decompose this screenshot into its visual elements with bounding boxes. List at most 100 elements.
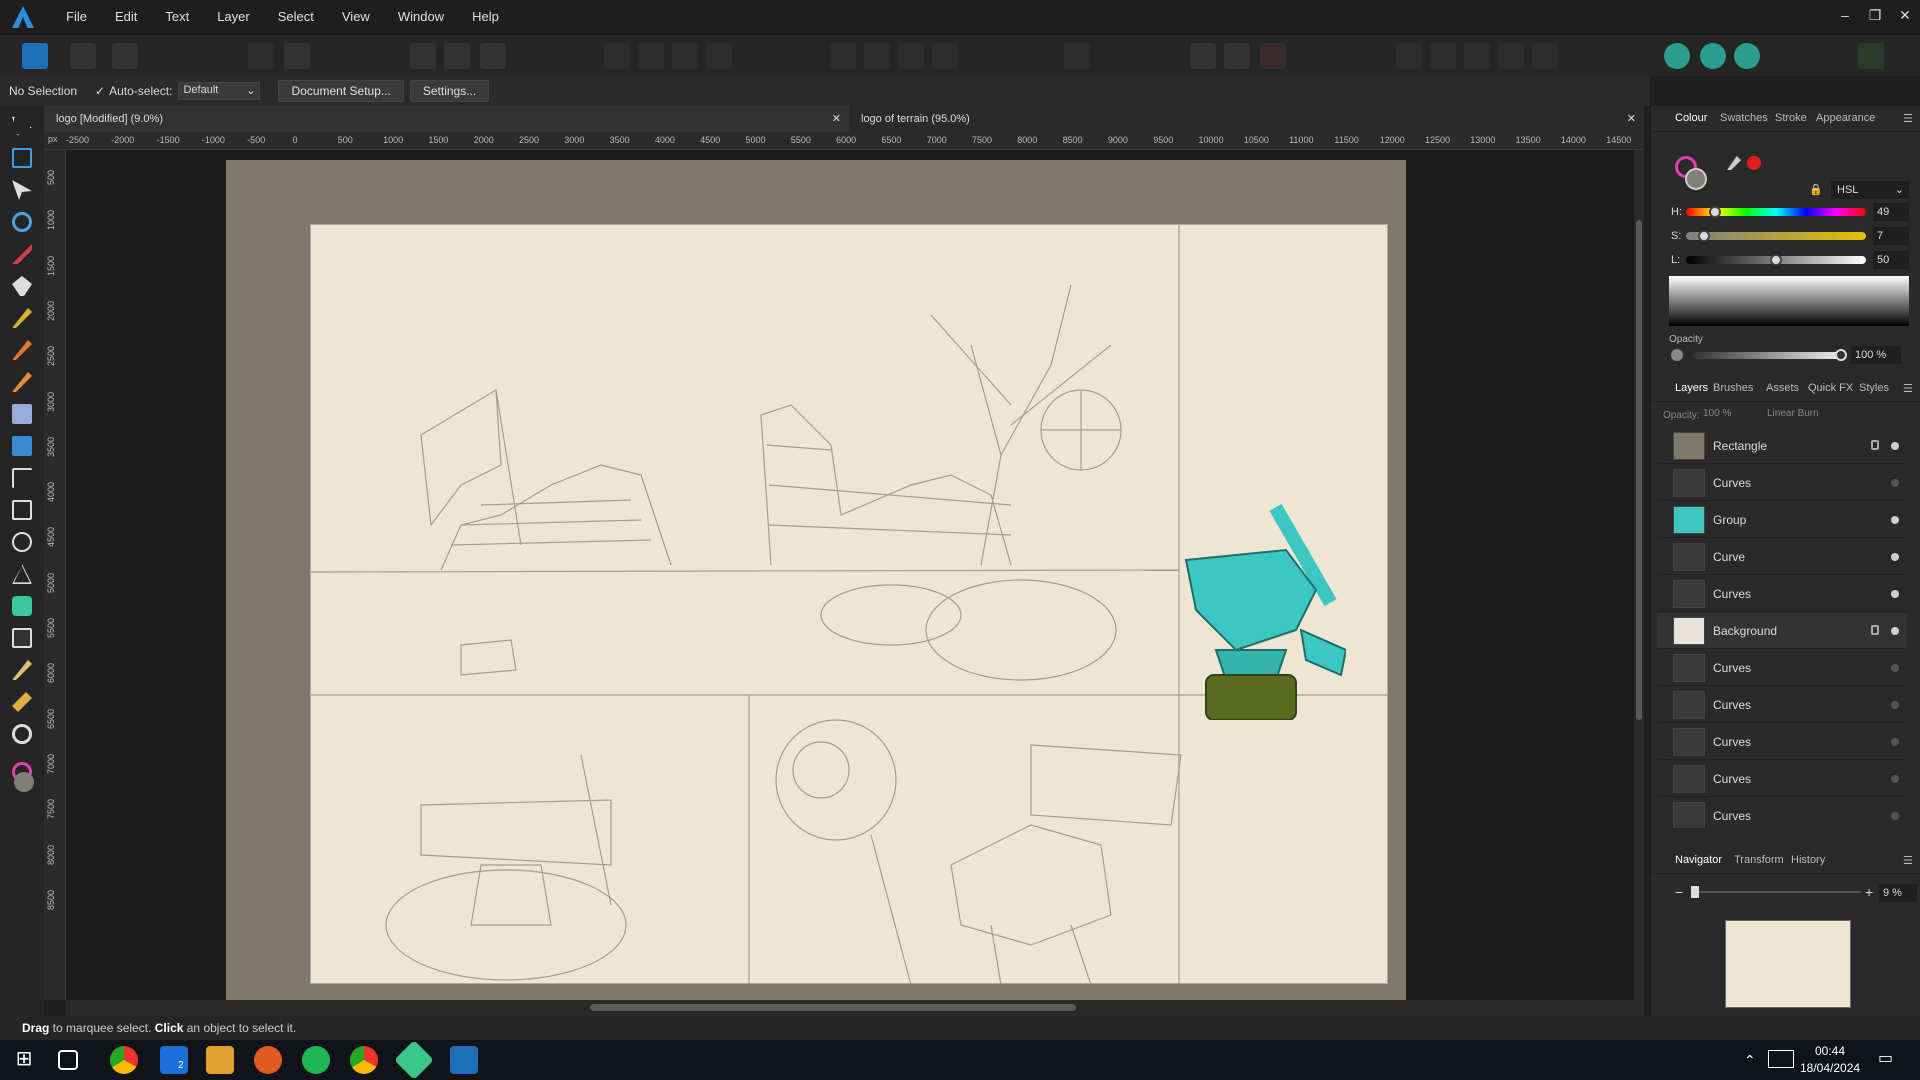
anvil-illustration[interactable] [1176, 500, 1346, 720]
chrome-icon[interactable] [110, 1046, 138, 1074]
saturation-slider[interactable] [1686, 230, 1866, 242]
task-view-icon[interactable] [58, 1050, 78, 1070]
rectangle-tool-icon[interactable] [12, 500, 32, 520]
tab-layers[interactable]: Layers [1675, 382, 1708, 394]
tab-colour[interactable]: Colour [1675, 112, 1707, 124]
measure-tool-icon[interactable] [12, 692, 32, 712]
autoselect-dropdown[interactable]: Default ⌄ [178, 82, 261, 100]
point-transform-tool-icon[interactable] [12, 212, 32, 232]
hue-slider-knob[interactable] [1708, 206, 1721, 218]
fill-colour-well[interactable] [1685, 168, 1707, 190]
panel-menu-icon[interactable]: ☰ [1903, 112, 1913, 125]
tab-brushes[interactable]: Brushes [1713, 382, 1753, 394]
zoom-tool-icon[interactable] [12, 724, 32, 744]
visibility-toggle[interactable] [1891, 701, 1899, 709]
settings-button[interactable]: Settings... [409, 80, 490, 102]
horizontal-scrollbar[interactable] [66, 1000, 1644, 1016]
opacity-slider[interactable] [1693, 349, 1847, 361]
vertical-scrollbar[interactable] [1634, 150, 1644, 1000]
corner-tool-icon[interactable] [12, 244, 32, 264]
affinity-designer-logo[interactable] [12, 6, 34, 28]
layer-row[interactable]: Group [1657, 502, 1907, 538]
close-tab-icon[interactable]: ✕ [832, 106, 841, 132]
notifications-icon[interactable]: ▭ [1878, 1048, 1893, 1068]
file-explorer-icon[interactable] [206, 1046, 234, 1074]
tray-chevron-icon[interactable]: ⌃ [1744, 1052, 1756, 1069]
zoom-out-button[interactable]: − [1675, 884, 1683, 900]
visibility-toggle[interactable] [1891, 627, 1899, 635]
insert-inside-icon[interactable] [1664, 43, 1690, 69]
keyboard-icon[interactable] [1768, 1050, 1794, 1068]
settings-gear-icon[interactable] [284, 43, 310, 69]
vertical-scroll-thumb[interactable] [1636, 220, 1642, 720]
opacity-value-field[interactable]: 100 % [1851, 346, 1901, 364]
tab-transform[interactable]: Transform [1734, 854, 1784, 866]
tab-quick-fx[interactable]: Quick FX [1808, 382, 1853, 394]
move-tool-icon[interactable] [12, 116, 32, 136]
firefox-icon[interactable] [254, 1046, 282, 1074]
menu-text[interactable]: Text [151, 0, 203, 34]
layer-row[interactable]: Curves [1657, 724, 1907, 760]
export-persona-icon[interactable] [112, 43, 138, 69]
place-image-tool-icon[interactable] [12, 436, 32, 456]
tab-logo[interactable]: logo [Modified] (9.0%) ✕ [44, 106, 849, 132]
visibility-toggle[interactable] [1891, 738, 1899, 746]
frame-text-tool-icon[interactable] [12, 628, 32, 648]
spotify-icon[interactable] [302, 1046, 330, 1074]
align-right-icon[interactable] [898, 43, 924, 69]
align-top-icon[interactable] [932, 43, 958, 69]
chrome-icon-2[interactable] [350, 1046, 378, 1074]
tab-appearance[interactable]: Appearance [1816, 112, 1875, 124]
lightness-value-field[interactable]: 50 [1873, 251, 1909, 269]
tab-styles[interactable]: Styles [1859, 382, 1889, 394]
boolean-divide-icon[interactable] [1532, 43, 1558, 69]
fill-tool-icon[interactable] [12, 372, 32, 392]
visibility-toggle[interactable] [1891, 479, 1899, 487]
boolean-xor-icon[interactable] [1498, 43, 1524, 69]
lock-icon[interactable] [1871, 440, 1879, 450]
windows-start-icon[interactable]: ⊞ [10, 1046, 38, 1074]
menu-select[interactable]: Select [264, 0, 328, 34]
tab-swatches[interactable]: Swatches [1720, 112, 1768, 124]
lightness-slider[interactable] [1686, 254, 1866, 266]
pen-tool-icon[interactable] [12, 276, 32, 296]
colour-gradient-picker[interactable] [1669, 276, 1909, 326]
triangle-tool-icon[interactable] [12, 564, 32, 584]
navigator-preview[interactable] [1725, 920, 1851, 1008]
recent-colour-swatch[interactable] [1747, 156, 1761, 170]
opacity-slider-knob[interactable] [1835, 349, 1847, 361]
blend-mode-dropdown[interactable]: Linear Burn [1767, 408, 1819, 419]
layer-row[interactable]: Curves [1657, 465, 1907, 501]
layer-row[interactable]: Rectangle [1657, 428, 1907, 464]
align-center-icon[interactable] [864, 43, 890, 69]
visibility-toggle[interactable] [1891, 553, 1899, 561]
order-forward-icon[interactable] [672, 43, 698, 69]
transparency-tool-icon[interactable] [12, 404, 32, 424]
layer-row[interactable]: Curves [1657, 650, 1907, 686]
lightness-slider-knob[interactable] [1770, 254, 1782, 266]
autoselect-checkbox[interactable]: ✓ [95, 84, 105, 98]
close-button[interactable]: ✕ [1890, 0, 1920, 30]
layer-row[interactable]: Curves [1657, 576, 1907, 612]
transform-icon[interactable] [1064, 43, 1090, 69]
node-tool-icon[interactable] [12, 180, 32, 200]
zoom-value-field[interactable]: 9 % [1879, 884, 1917, 902]
view-mode-2-icon[interactable] [444, 43, 470, 69]
account-user-icon[interactable] [1858, 43, 1884, 69]
menu-help[interactable]: Help [458, 0, 513, 34]
app-icon[interactable] [394, 1040, 434, 1080]
canvas-area[interactable] [66, 150, 1644, 1000]
color-picker-tool-icon[interactable] [12, 660, 32, 680]
fill-color-swatch[interactable] [14, 772, 34, 792]
view-mode-icon[interactable] [410, 43, 436, 69]
ellipse-tool-icon[interactable] [12, 532, 32, 552]
zoom-slider-knob[interactable] [1691, 886, 1699, 898]
vector-brush-tool-icon[interactable] [12, 340, 32, 360]
insert-top-icon[interactable] [1734, 43, 1760, 69]
zoom-in-button[interactable]: + [1865, 884, 1873, 900]
lock-icon[interactable] [1871, 625, 1879, 635]
colour-model-dropdown[interactable]: HSL ⌄ [1831, 181, 1909, 199]
layer-opacity-value[interactable]: 100 % [1703, 408, 1731, 419]
horizontal-scroll-thumb[interactable] [590, 1004, 1076, 1011]
align-left-icon[interactable] [830, 43, 856, 69]
